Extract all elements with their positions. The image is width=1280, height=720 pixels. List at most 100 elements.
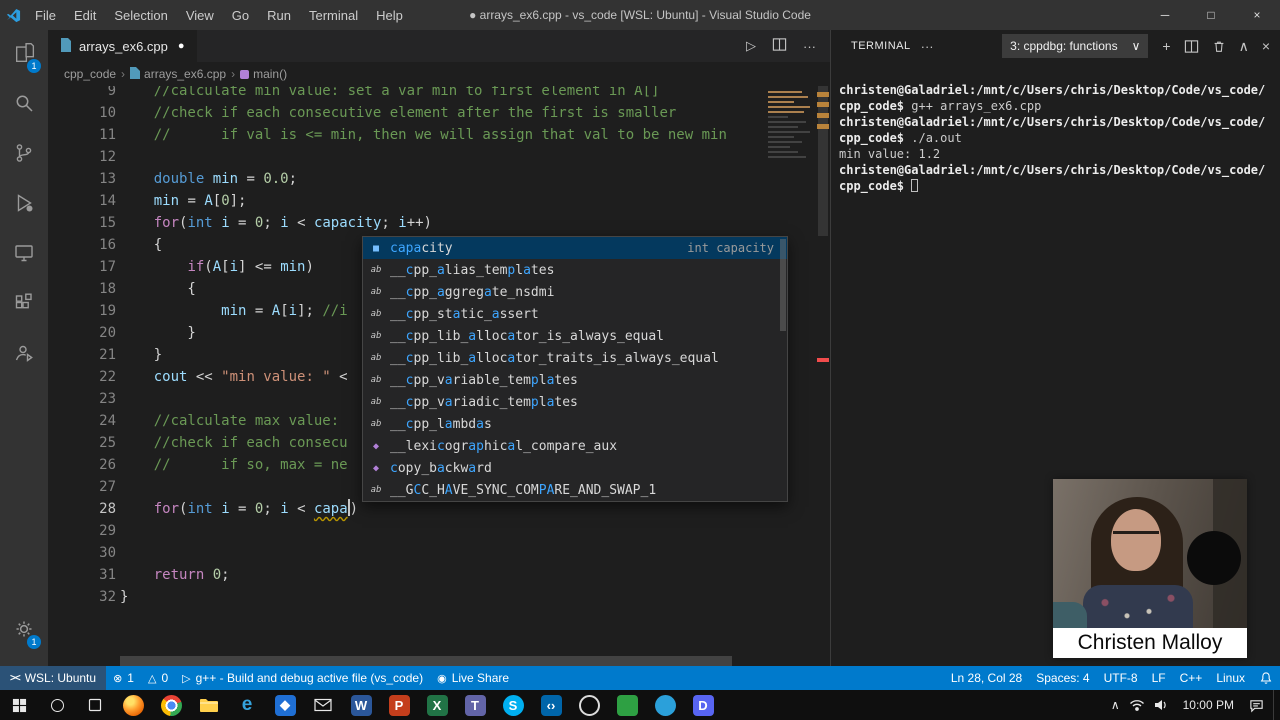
line-number[interactable]: 9 <box>48 86 116 102</box>
remote-indicator[interactable]: >< WSL: Ubuntu <box>0 666 107 690</box>
taskbar-teams[interactable]: T <box>456 690 494 720</box>
editor-horizontal-scrollbar[interactable] <box>120 656 732 666</box>
taskbar-firefox[interactable] <box>114 690 152 720</box>
suggest-item-__cpp_lib_allocator_traits_is_always_equal[interactable]: ab __cpp_lib_allocator_traits_is_always_e… <box>363 347 787 369</box>
code-text[interactable]: // if so, max = ne <box>120 454 348 476</box>
taskbar-vscode[interactable]: ‹› <box>532 690 570 720</box>
warning-count[interactable]: △ 0 <box>141 666 175 690</box>
line-number[interactable]: 19 <box>48 300 116 322</box>
code-text[interactable]: { <box>120 278 195 300</box>
clock[interactable]: 10:00 PM <box>1177 698 1240 712</box>
activity-source-control[interactable] <box>0 130 48 180</box>
breadcrumb-file[interactable]: arrays_ex6.cpp <box>130 66 226 82</box>
line-number[interactable]: 20 <box>48 322 116 344</box>
line-number[interactable]: 22 <box>48 366 116 388</box>
tab-arrays-ex6-cpp[interactable]: arrays_ex6.cpp ● <box>48 30 197 62</box>
suggest-item-capacity[interactable]: ■ capacity int capacity <box>363 237 787 259</box>
split-editor-icon[interactable] <box>772 37 787 55</box>
line-number[interactable]: 27 <box>48 476 116 498</box>
taskbar-powerpoint[interactable]: P <box>380 690 418 720</box>
line-number[interactable]: 25 <box>48 432 116 454</box>
suggest-item-__cpp_variadic_templates[interactable]: ab __cpp_variadic_templates <box>363 391 787 413</box>
menu-go[interactable]: Go <box>223 8 258 23</box>
line-number[interactable]: 23 <box>48 388 116 410</box>
line-number[interactable]: 29 <box>48 520 116 542</box>
code-text[interactable]: //check if each consecu <box>120 432 348 454</box>
menu-selection[interactable]: Selection <box>105 8 176 23</box>
line-col[interactable]: Ln 28, Col 28 <box>944 666 1029 690</box>
suggest-item-__cpp_lib_allocator_is_always_equal[interactable]: ab __cpp_lib_allocator_is_always_equal <box>363 325 787 347</box>
build-task[interactable]: ▷ g++ - Build and debug active file (vs_c… <box>175 666 430 690</box>
menu-terminal[interactable]: Terminal <box>300 8 367 23</box>
minimap[interactable] <box>764 88 816 161</box>
line-number[interactable]: 14 <box>48 190 116 212</box>
indentation[interactable]: Spaces: 4 <box>1029 666 1096 690</box>
search-button[interactable] <box>38 690 76 720</box>
suggest-item-__lexicographical_compare_aux[interactable]: ◆ __lexicographical_compare_aux <box>363 435 787 457</box>
line-number[interactable]: 18 <box>48 278 116 300</box>
terminal-select[interactable]: 3: cppdbg: functions ∨ <box>1002 34 1149 58</box>
show-desktop-button[interactable] <box>1273 690 1278 720</box>
taskbar-word[interactable]: W <box>342 690 380 720</box>
code-text[interactable]: min = A[0]; <box>120 190 247 212</box>
language-mode[interactable]: C++ <box>1173 666 1210 690</box>
line-number[interactable]: 30 <box>48 542 116 564</box>
taskbar-chrome[interactable] <box>152 690 190 720</box>
kill-terminal-icon[interactable] <box>1212 39 1226 54</box>
modified-dot-icon[interactable]: ● <box>178 40 185 52</box>
new-terminal-icon[interactable]: + <box>1162 38 1170 54</box>
activity-search[interactable] <box>0 80 48 130</box>
wifi-icon[interactable] <box>1129 699 1145 711</box>
code-text[interactable]: //calculate max value: <box>120 410 339 432</box>
close-panel-icon[interactable]: × <box>1262 38 1270 54</box>
panel-overflow-icon[interactable]: ··· <box>921 39 934 54</box>
menu-file[interactable]: File <box>26 8 65 23</box>
line-number[interactable]: 10 <box>48 102 116 124</box>
code-text[interactable]: //check if each consecutive element afte… <box>120 102 677 124</box>
line-number[interactable]: 15 <box>48 212 116 234</box>
live-share[interactable]: ◉ Live Share <box>430 666 516 690</box>
code-editor[interactable]: 9 //calculate min value: set a var min t… <box>48 86 830 666</box>
line-number[interactable]: 12 <box>48 146 116 168</box>
line-number[interactable]: 13 <box>48 168 116 190</box>
code-text[interactable]: double min = 0.0; <box>120 168 297 190</box>
minimize-button[interactable]: ─ <box>1142 0 1188 30</box>
breadcrumb-symbol[interactable]: main() <box>240 67 287 81</box>
taskbar-file-explorer[interactable] <box>190 690 228 720</box>
suggest-item-__cpp_aggregate_nsdmi[interactable]: ab __cpp_aggregate_nsdmi <box>363 281 787 303</box>
taskbar-photos[interactable]: ◆ <box>266 690 304 720</box>
terminal-tab[interactable]: TERMINAL <box>851 40 911 52</box>
tray-chevron-up-icon[interactable]: ∧ <box>1111 698 1120 712</box>
code-text[interactable]: //calculate min value: set a var min to … <box>120 86 660 102</box>
volume-icon[interactable] <box>1154 699 1168 711</box>
split-terminal-icon[interactable] <box>1184 39 1199 54</box>
remote-os[interactable]: Linux <box>1209 666 1252 690</box>
more-actions-icon[interactable]: ··· <box>803 39 816 54</box>
menu-run[interactable]: Run <box>258 8 300 23</box>
line-number[interactable]: 16 <box>48 234 116 256</box>
code-text[interactable]: cout << "min value: " < <box>120 366 348 388</box>
taskbar-green-app[interactable] <box>608 690 646 720</box>
close-button[interactable]: × <box>1234 0 1280 30</box>
line-number[interactable]: 26 <box>48 454 116 476</box>
activity-live-share[interactable] <box>0 330 48 380</box>
run-icon[interactable]: ▷ <box>746 38 756 54</box>
suggest-item-__cpp_variable_templates[interactable]: ab __cpp_variable_templates <box>363 369 787 391</box>
encoding[interactable]: UTF-8 <box>1097 666 1145 690</box>
activity-manage[interactable]: 1 <box>0 606 48 656</box>
taskbar-skype[interactable]: S <box>494 690 532 720</box>
suggest-item-__GCC_HAVE_SYNC_COMPARE_AND_SWAP_1[interactable]: ab __GCC_HAVE_SYNC_COMPARE_AND_SWAP_1 <box>363 479 787 501</box>
suggest-item-__cpp_static_assert[interactable]: ab __cpp_static_assert <box>363 303 787 325</box>
suggest-item-__cpp_lambdas[interactable]: ab __cpp_lambdas <box>363 413 787 435</box>
menu-edit[interactable]: Edit <box>65 8 105 23</box>
suggest-item-copy_backward[interactable]: ◆ copy_backward <box>363 457 787 479</box>
error-count[interactable]: ⊗ 1 <box>106 666 141 690</box>
suggest-item-__cpp_alias_templates[interactable]: ab __cpp_alias_templates <box>363 259 787 281</box>
taskbar-edge[interactable]: e <box>228 690 266 720</box>
line-number[interactable]: 21 <box>48 344 116 366</box>
activity-run-debug[interactable] <box>0 180 48 230</box>
activity-remote-explorer[interactable] <box>0 230 48 280</box>
maximize-button[interactable]: □ <box>1188 0 1234 30</box>
code-text[interactable]: } <box>120 344 162 366</box>
notifications-bell[interactable] <box>1252 666 1280 690</box>
